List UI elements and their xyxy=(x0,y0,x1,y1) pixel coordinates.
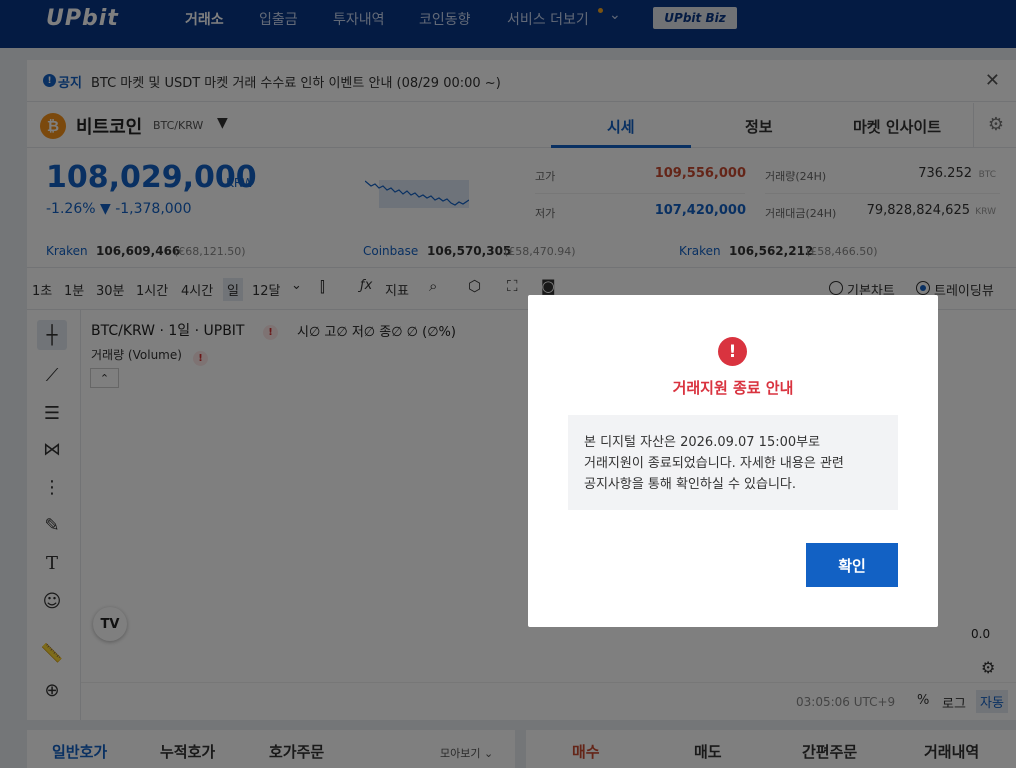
modal-message-line: 본 디지털 자산은 2026.09.07 15:00부로 xyxy=(584,435,821,450)
modal-message: 본 디지털 자산은 2026.09.07 15:00부로 거래지원이 종료되었습… xyxy=(568,415,898,510)
confirm-button[interactable]: 확인 xyxy=(806,543,898,587)
modal-title: 거래지원 종료 안내 xyxy=(672,379,794,397)
alert-icon: ! xyxy=(718,337,747,366)
delisting-modal: ! 거래지원 종료 안내 본 디지털 자산은 2026.09.07 15:00부… xyxy=(528,295,938,627)
modal-message-line: 거래지원이 종료되었습니다. 자세한 내용은 관련 xyxy=(584,456,844,471)
modal-message-line: 공지사항을 통해 확인하실 수 있습니다. xyxy=(584,477,797,492)
